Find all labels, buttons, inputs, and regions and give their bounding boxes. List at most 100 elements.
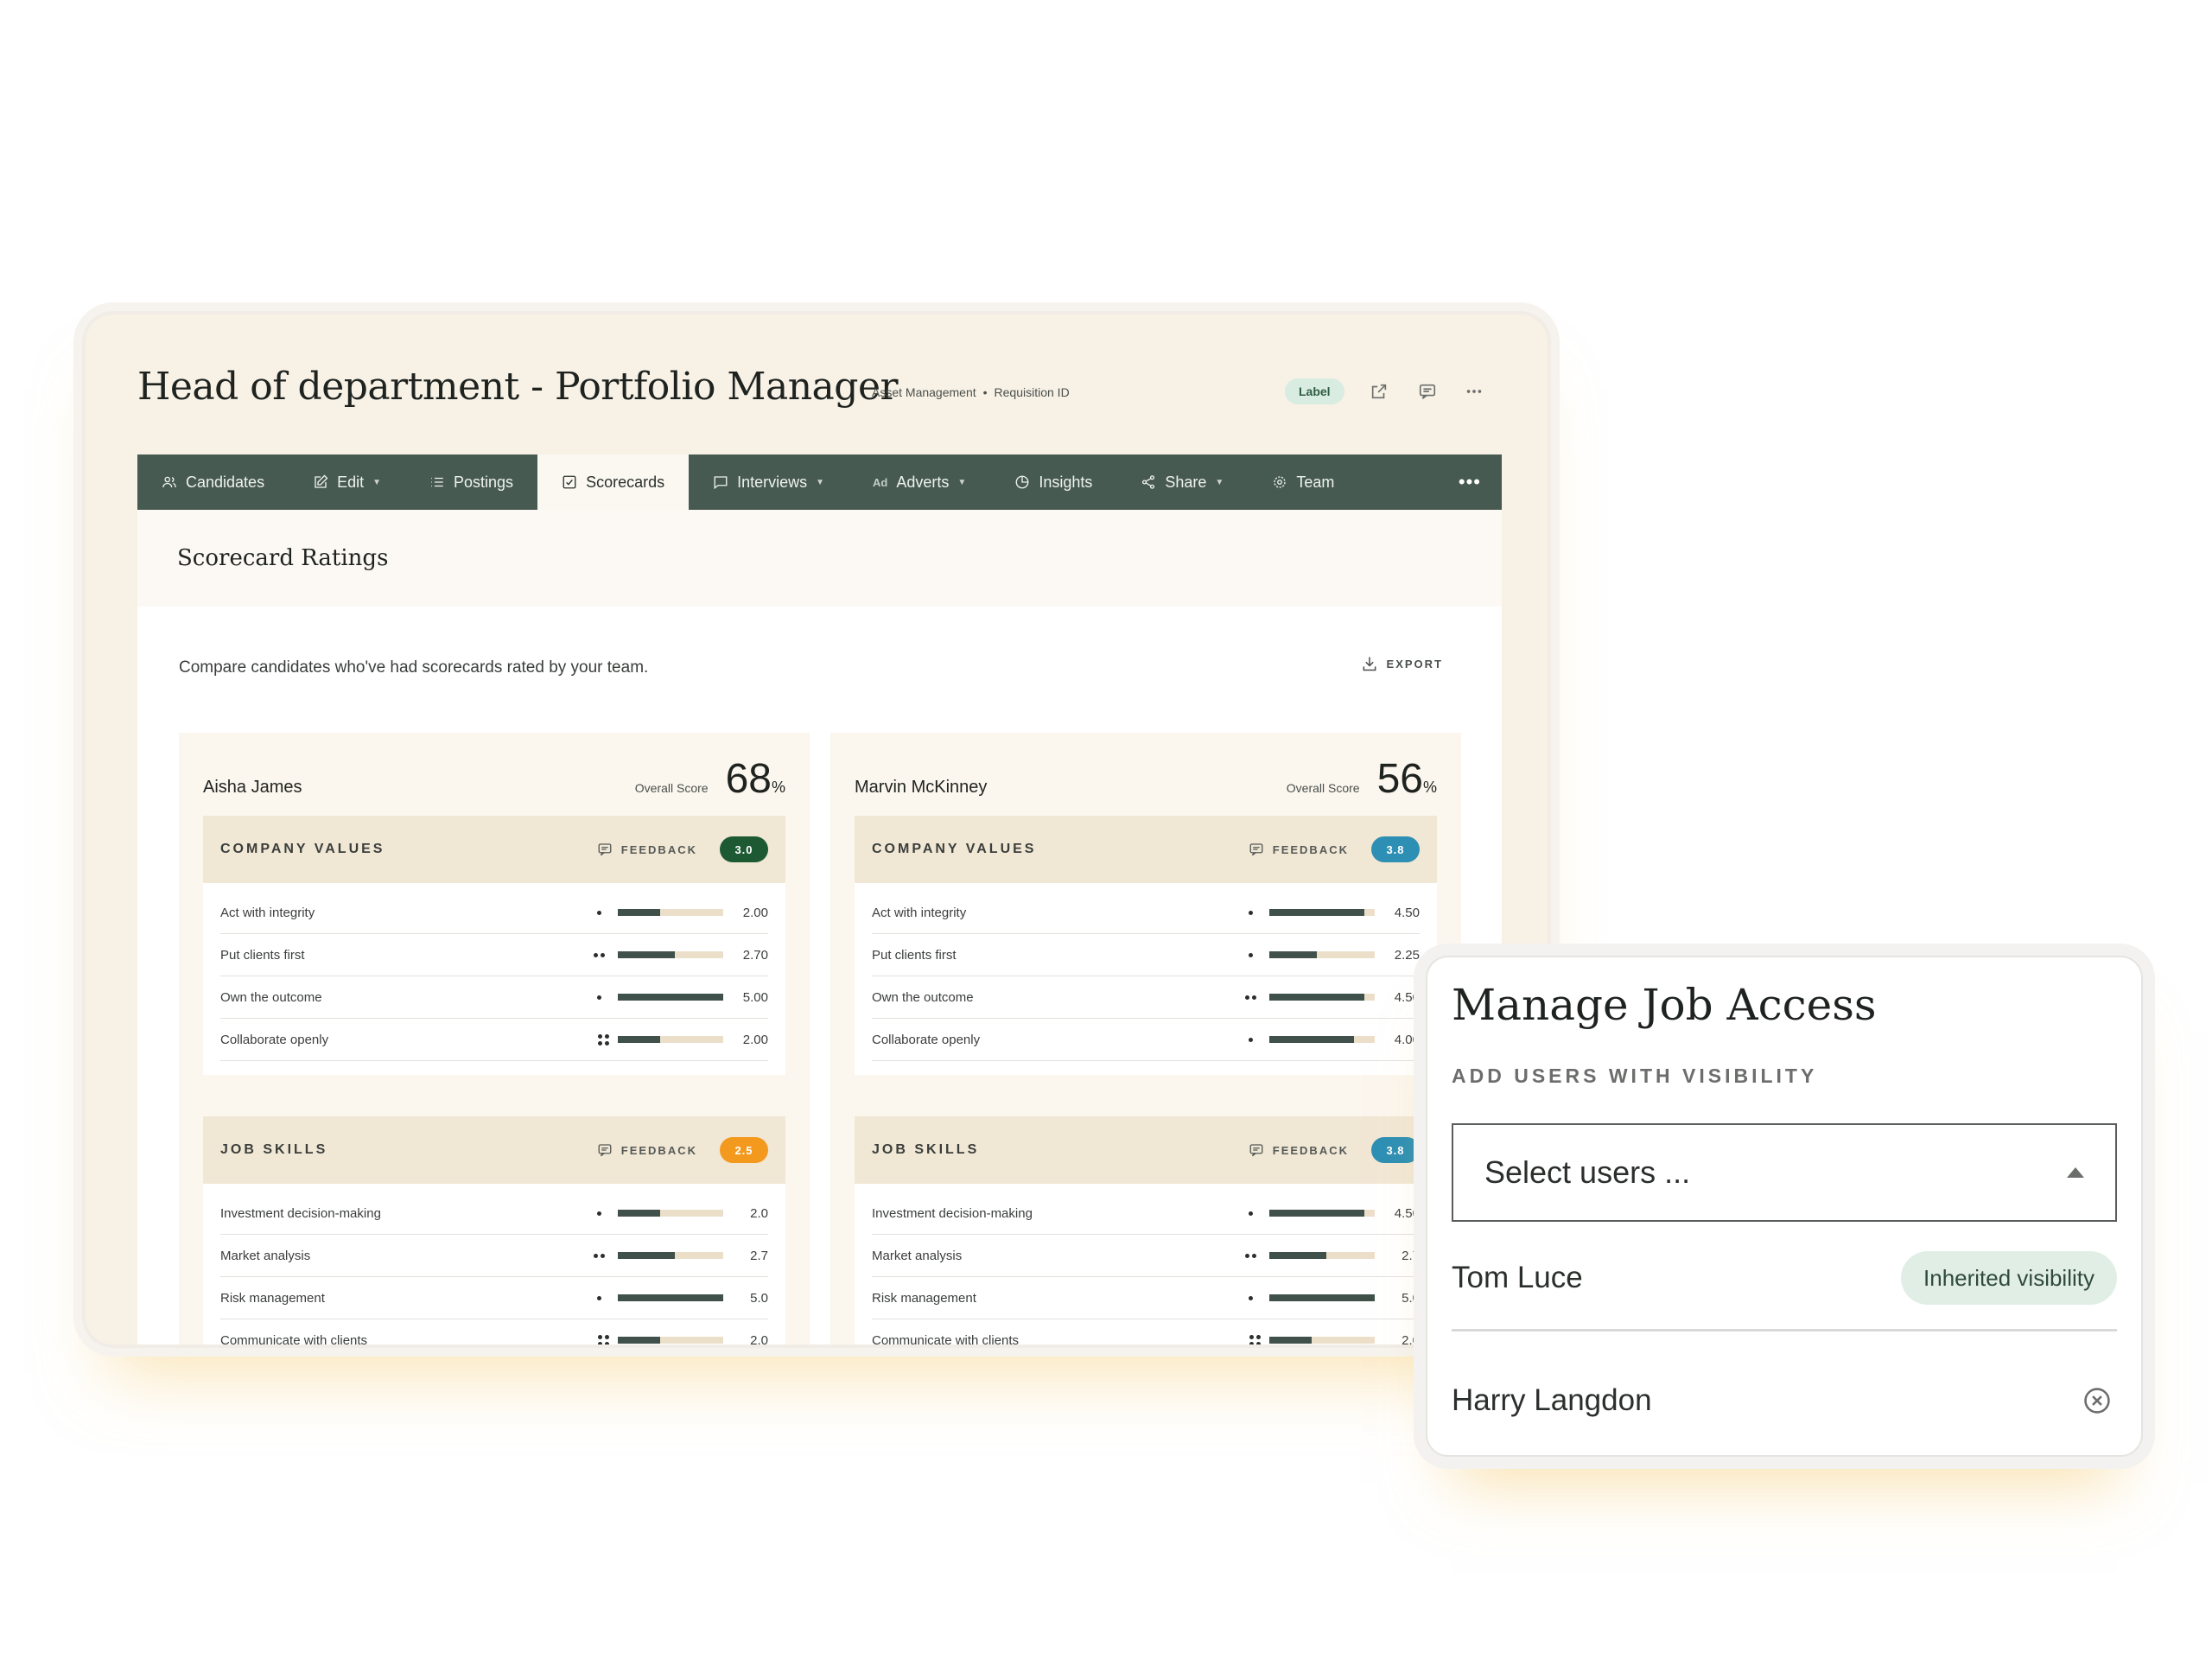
candidate-name[interactable]: Aisha James (203, 778, 302, 798)
criterion-label: Put clients first (872, 947, 957, 963)
raters-indicator[interactable] (588, 995, 609, 1000)
rater-dot (1248, 1295, 1253, 1300)
criterion-score: 2.00 (742, 905, 768, 920)
raters-indicator[interactable] (597, 1334, 609, 1344)
score-rows: Act with integrity 4.50 Put clients first 2… (855, 883, 1437, 1075)
comment-icon[interactable] (1414, 378, 1440, 404)
job-window: Head of department - Portfolio Manager A… (82, 311, 1551, 1348)
feedback-label: FEEDBACK (1272, 1143, 1349, 1157)
criterion-score: 4.50 (1394, 1205, 1420, 1221)
tab-share[interactable]: Share ▼ (1116, 454, 1248, 510)
score-bar (1269, 994, 1375, 1001)
overall-score-label: Overall Score (1286, 781, 1360, 795)
tab-edit[interactable]: Edit ▼ (289, 454, 405, 510)
candidate-name[interactable]: Marvin McKinney (855, 778, 987, 798)
tab-label: Share (1165, 473, 1207, 491)
criterion-score: 5.00 (742, 989, 768, 1005)
raters-indicator[interactable] (1240, 1295, 1261, 1300)
tab-scorecards[interactable]: Scorecards (537, 454, 690, 510)
tab-insights[interactable]: Insights (990, 454, 1116, 510)
tab-team[interactable]: Team (1248, 454, 1358, 510)
external-link-icon[interactable] (1366, 378, 1392, 404)
score-value: 68 (725, 756, 772, 802)
criterion-score: 2.70 (742, 947, 768, 963)
tab-label: Scorecards (586, 473, 665, 491)
score-row: Put clients first 2.70 (220, 934, 768, 976)
criterion-score: 4.50 (1394, 905, 1420, 920)
feedback-button[interactable]: FEEDBACK (597, 842, 697, 857)
raters-indicator[interactable] (588, 952, 609, 957)
raters-indicator[interactable] (1240, 1211, 1261, 1216)
rater-dot (593, 1253, 598, 1258)
score-bar (1269, 909, 1375, 916)
download-icon (1363, 657, 1376, 671)
feedback-button[interactable]: FEEDBACK (1249, 1142, 1349, 1158)
raters-indicator[interactable] (597, 1033, 609, 1046)
raters-indicator[interactable] (1249, 1334, 1261, 1344)
score-group-header: JOB SKILLS FEEDBACK 2.5 (203, 1116, 785, 1184)
score-bar (1269, 1337, 1375, 1344)
rater-dot (1248, 952, 1253, 957)
job-title: Head of department - Portfolio Manager (137, 365, 899, 409)
score-row: Market analysis 2.7 (220, 1235, 768, 1277)
tab-candidates[interactable]: Candidates (137, 454, 289, 510)
tab-label: Postings (454, 473, 514, 491)
criterion-score: 2.7 (750, 1248, 768, 1263)
tab-postings[interactable]: Postings (405, 454, 537, 510)
comment-icon (598, 1144, 612, 1157)
criterion-score: 2.0 (750, 1332, 768, 1348)
user-select-dropdown[interactable]: Select users ... (1452, 1123, 2117, 1222)
raters-indicator[interactable] (1240, 1253, 1261, 1258)
criterion-label: Collaborate openly (872, 1032, 981, 1047)
rater-dot (1255, 1334, 1261, 1339)
score-bar-fill (1269, 1294, 1375, 1301)
score-rows: Act with integrity 2.00 Put clients first 2… (203, 883, 785, 1075)
tab-interviews[interactable]: Interviews ▼ (689, 454, 849, 510)
chevron-down-icon: ▼ (816, 477, 825, 487)
criterion-score: 2.0 (750, 1205, 768, 1221)
raters-indicator[interactable] (1240, 995, 1261, 1000)
raters-indicator[interactable] (1240, 1037, 1261, 1042)
raters-indicator[interactable] (588, 1211, 609, 1216)
panel-title: Manage Job Access (1452, 980, 1877, 1030)
score-rows: Investment decision-making 4.50 Market ana… (855, 1184, 1437, 1348)
tab-label: Insights (1039, 473, 1093, 491)
tab-label: Team (1296, 473, 1335, 491)
inherited-visibility-badge: Inherited visibility (1901, 1251, 2117, 1305)
score-row: Act with integrity 2.00 (220, 892, 768, 934)
rater-dot (604, 1033, 609, 1039)
score-unit: % (1422, 779, 1437, 796)
feedback-button[interactable]: FEEDBACK (597, 1142, 697, 1158)
label-badge[interactable]: Label (1285, 378, 1344, 404)
criterion-score: 2.0 (1402, 1332, 1420, 1348)
criterion-label: Collaborate openly (220, 1032, 329, 1047)
manage-access-panel: Manage Job Access ADD USERS WITH VISIBIL… (1426, 956, 2143, 1457)
raters-indicator[interactable] (588, 1295, 609, 1300)
raters-indicator[interactable] (588, 1253, 609, 1258)
remove-circle-icon[interactable] (2082, 1386, 2112, 1415)
score-bar (618, 1294, 723, 1301)
candidate-card: Marvin McKinney Overall Score 56% COMPANY V… (830, 733, 1461, 1348)
rater-dot (604, 1040, 609, 1046)
score-row: Investment decision-making 2.0 (220, 1192, 768, 1235)
tab-label: Candidates (186, 473, 265, 491)
score-group-header: COMPANY VALUES FEEDBACK 3.0 (203, 816, 785, 883)
score-bar-fill (618, 951, 675, 958)
export-button[interactable]: EXPORT (1361, 655, 1443, 672)
score-bar (618, 1036, 723, 1043)
raters-indicator[interactable] (1240, 952, 1261, 957)
score-row: Put clients first 2.25 (872, 934, 1420, 976)
user-row: Harry Langdon (1452, 1370, 2117, 1431)
group-score-badge: 2.5 (720, 1137, 768, 1163)
score-bar (1269, 1294, 1375, 1301)
comment-icon (1249, 1144, 1263, 1157)
criterion-score: 4.00 (1394, 1032, 1420, 1047)
comment-icon (598, 843, 612, 856)
tab-adverts[interactable]: Ad Adverts ▼ (849, 454, 990, 510)
raters-indicator[interactable] (588, 910, 609, 915)
more-icon[interactable] (1461, 378, 1487, 404)
score-bar (618, 1252, 723, 1259)
nav-more-button[interactable]: ••• (1438, 454, 1502, 510)
feedback-button[interactable]: FEEDBACK (1249, 842, 1349, 857)
raters-indicator[interactable] (1240, 910, 1261, 915)
